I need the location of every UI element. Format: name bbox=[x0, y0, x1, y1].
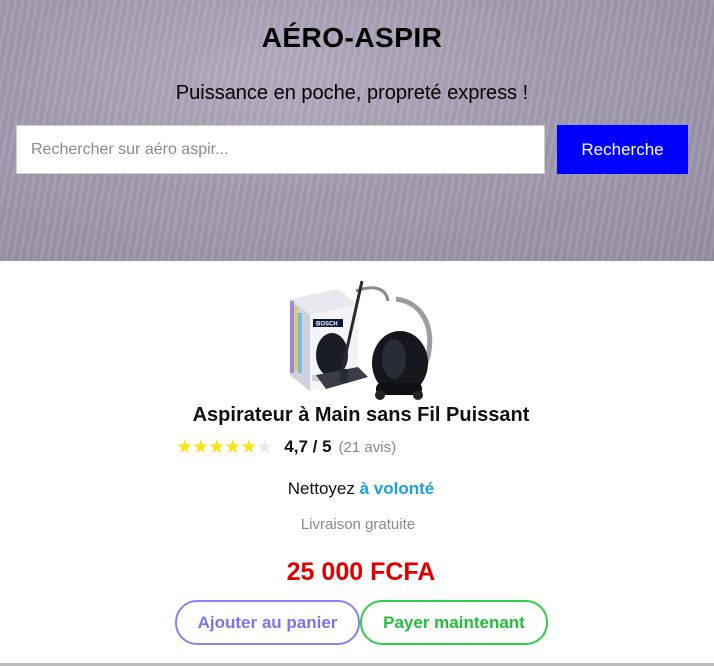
add-to-cart-button[interactable]: Ajouter au panier bbox=[175, 600, 360, 645]
star-empty-icon: ★ bbox=[256, 436, 273, 458]
box-brand-label: BOSCH bbox=[316, 322, 338, 328]
search-input[interactable] bbox=[16, 125, 545, 174]
site-brand-title: AÉRO-ASPIR bbox=[261, 22, 443, 53]
hero-banner: AÉRO-ASPIR Puissance en poche, propreté … bbox=[0, 0, 714, 261]
site-tagline: Puissance en poche, propreté express ! bbox=[175, 82, 529, 104]
product-rating: ★ ★ ★ ★ ★ ★ 4,7 / 5 (21 avis) bbox=[176, 436, 396, 458]
rating-stars-icon: ★ ★ ★ ★ ★ ★ bbox=[176, 436, 273, 458]
promo-prefix: Nettoyez bbox=[287, 479, 355, 498]
star-filled-icon: ★ bbox=[176, 436, 193, 458]
review-count: (21 avis) bbox=[338, 438, 397, 456]
rating-score: 4,7 / 5 bbox=[284, 437, 332, 456]
promo-highlight: à volonté bbox=[359, 479, 435, 498]
product-price: 25 000 FCFA bbox=[286, 558, 436, 586]
pay-now-button[interactable]: Payer maintenant bbox=[360, 600, 548, 645]
star-filled-icon: ★ bbox=[192, 436, 209, 458]
star-filled-icon: ★ bbox=[224, 436, 241, 458]
vacuum-cleaner-product-image[interactable]: BOSCH bbox=[276, 279, 436, 403]
star-filled-icon: ★ bbox=[240, 436, 257, 458]
product-title[interactable]: Aspirateur à Main sans Fil Puissant bbox=[0, 404, 714, 427]
search-button[interactable]: Recherche bbox=[557, 125, 688, 174]
star-filled-icon: ★ bbox=[208, 436, 225, 458]
delivery-info: Livraison gratuite bbox=[300, 516, 416, 533]
promo-text: Nettoyez à volonté bbox=[0, 479, 714, 499]
